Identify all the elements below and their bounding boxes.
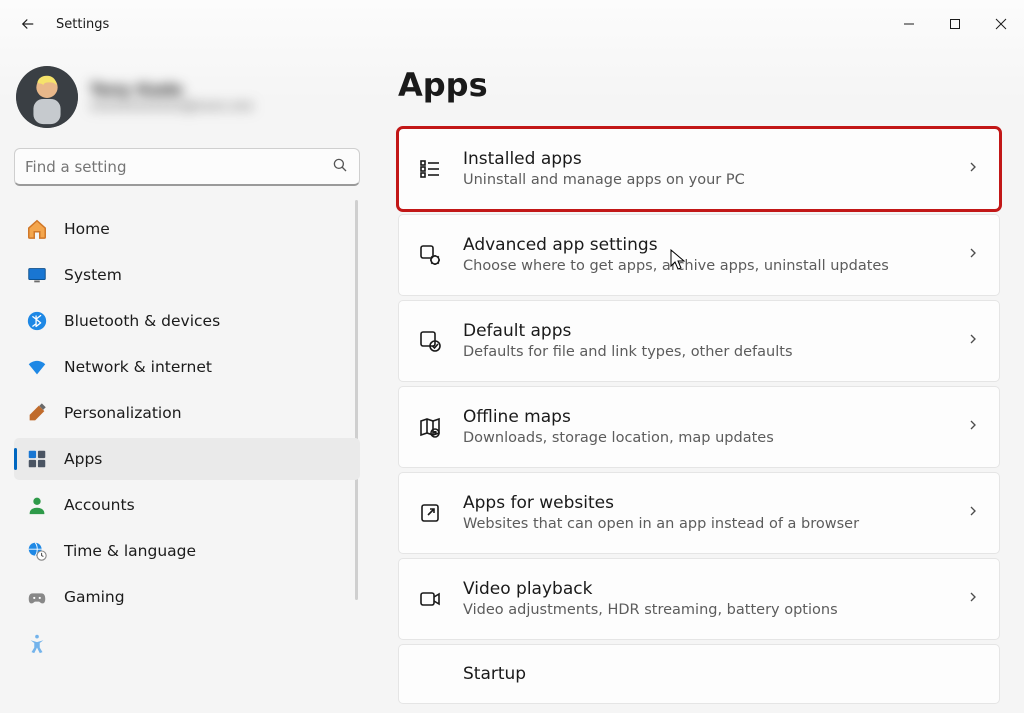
- bluetooth-icon: [26, 310, 48, 332]
- minimize-button[interactable]: [886, 8, 932, 40]
- sidebar-item-gaming[interactable]: Gaming: [14, 576, 360, 618]
- minimize-icon: [903, 18, 915, 30]
- sidebar: Tony Kade xxxxxxxxxxxx@xxxx.xxx Home: [0, 48, 370, 713]
- app-gear-icon: [417, 242, 443, 268]
- card-desc: Choose where to get apps, archive apps, …: [463, 257, 945, 277]
- window-controls: [886, 8, 1024, 40]
- card-desc: Websites that can open in an app instead…: [463, 515, 945, 535]
- sidebar-item-home[interactable]: Home: [14, 208, 360, 250]
- chevron-right-icon: [965, 331, 981, 351]
- card-desc: Defaults for file and link types, other …: [463, 343, 945, 363]
- sidebar-item-apps[interactable]: Apps: [14, 438, 360, 480]
- gamepad-icon: [26, 586, 48, 608]
- sidebar-item-label: Home: [64, 220, 110, 238]
- card-desc: Downloads, storage location, map updates: [463, 429, 945, 449]
- chevron-right-icon: [965, 589, 981, 609]
- card-desc: Uninstall and manage apps on your PC: [463, 171, 945, 191]
- sidebar-item-label: System: [64, 266, 122, 284]
- card-title: Offline maps: [463, 406, 945, 429]
- brush-icon: [26, 402, 48, 424]
- sidebar-item-system[interactable]: System: [14, 254, 360, 296]
- sidebar-item-label: Gaming: [64, 588, 125, 606]
- main-content: Apps Installed apps Uninstall and manage…: [370, 48, 1024, 713]
- card-startup[interactable]: Startup: [398, 644, 1000, 704]
- system-icon: [26, 264, 48, 286]
- sidebar-item-bluetooth[interactable]: Bluetooth & devices: [14, 300, 360, 342]
- card-title: Startup: [463, 663, 981, 686]
- wifi-icon: [26, 356, 48, 378]
- profile-text: Tony Kade xxxxxxxxxxxx@xxxx.xxx: [90, 80, 253, 114]
- nav-list: Home System Bluetooth & devices Network …: [14, 208, 360, 664]
- back-button[interactable]: [8, 4, 48, 44]
- profile-block[interactable]: Tony Kade xxxxxxxxxxxx@xxxx.xxx: [14, 64, 360, 138]
- apps-icon: [26, 448, 48, 470]
- card-offline-maps[interactable]: Offline maps Downloads, storage location…: [398, 386, 1000, 468]
- default-app-icon: [417, 328, 443, 354]
- avatar: [16, 66, 78, 128]
- card-title: Advanced app settings: [463, 234, 945, 257]
- search-input[interactable]: [25, 158, 331, 176]
- card-title: Installed apps: [463, 148, 945, 171]
- sidebar-item-accounts[interactable]: Accounts: [14, 484, 360, 526]
- card-title: Apps for websites: [463, 492, 945, 515]
- person-icon: [26, 494, 48, 516]
- close-icon: [995, 18, 1007, 30]
- card-installed-apps[interactable]: Installed apps Uninstall and manage apps…: [398, 128, 1000, 210]
- video-icon: [417, 586, 443, 612]
- chevron-right-icon: [965, 417, 981, 437]
- sidebar-item-label: Personalization: [64, 404, 182, 422]
- profile-email: xxxxxxxxxxxx@xxxx.xxx: [90, 99, 253, 114]
- card-video-playback[interactable]: Video playback Video adjustments, HDR st…: [398, 558, 1000, 640]
- sidebar-item-more[interactable]: [14, 622, 360, 664]
- home-icon: [26, 218, 48, 240]
- sidebar-item-label: Accounts: [64, 496, 135, 514]
- sidebar-item-label: Time & language: [64, 542, 196, 560]
- card-title: Default apps: [463, 320, 945, 343]
- window-title: Settings: [56, 17, 109, 32]
- titlebar: Settings: [0, 0, 1024, 48]
- maximize-icon: [949, 18, 961, 30]
- map-icon: [417, 414, 443, 440]
- close-button[interactable]: [978, 8, 1024, 40]
- sidebar-item-label: Bluetooth & devices: [64, 312, 220, 330]
- search-box[interactable]: [14, 148, 360, 186]
- card-list: Installed apps Uninstall and manage apps…: [398, 128, 1000, 704]
- profile-name: Tony Kade: [90, 80, 253, 99]
- page-title: Apps: [398, 66, 1000, 104]
- open-external-icon: [417, 500, 443, 526]
- chevron-right-icon: [965, 159, 981, 179]
- list-icon: [417, 156, 443, 182]
- card-title: Video playback: [463, 578, 945, 601]
- card-desc: Video adjustments, HDR streaming, batter…: [463, 601, 945, 621]
- maximize-button[interactable]: [932, 8, 978, 40]
- sidebar-item-label: Network & internet: [64, 358, 212, 376]
- sidebar-item-personalization[interactable]: Personalization: [14, 392, 360, 434]
- chevron-right-icon: [965, 245, 981, 265]
- card-default-apps[interactable]: Default apps Defaults for file and link …: [398, 300, 1000, 382]
- arrow-left-icon: [19, 15, 37, 33]
- sidebar-item-time[interactable]: Time & language: [14, 530, 360, 572]
- chevron-right-icon: [965, 503, 981, 523]
- card-apps-for-websites[interactable]: Apps for websites Websites that can open…: [398, 472, 1000, 554]
- card-advanced-app-settings[interactable]: Advanced app settings Choose where to ge…: [398, 214, 1000, 296]
- search-icon[interactable]: [331, 156, 349, 178]
- globe-clock-icon: [26, 540, 48, 562]
- startup-icon: [417, 661, 443, 687]
- sidebar-item-label: Apps: [64, 450, 102, 468]
- accessibility-icon: [26, 632, 48, 654]
- sidebar-item-network[interactable]: Network & internet: [14, 346, 360, 388]
